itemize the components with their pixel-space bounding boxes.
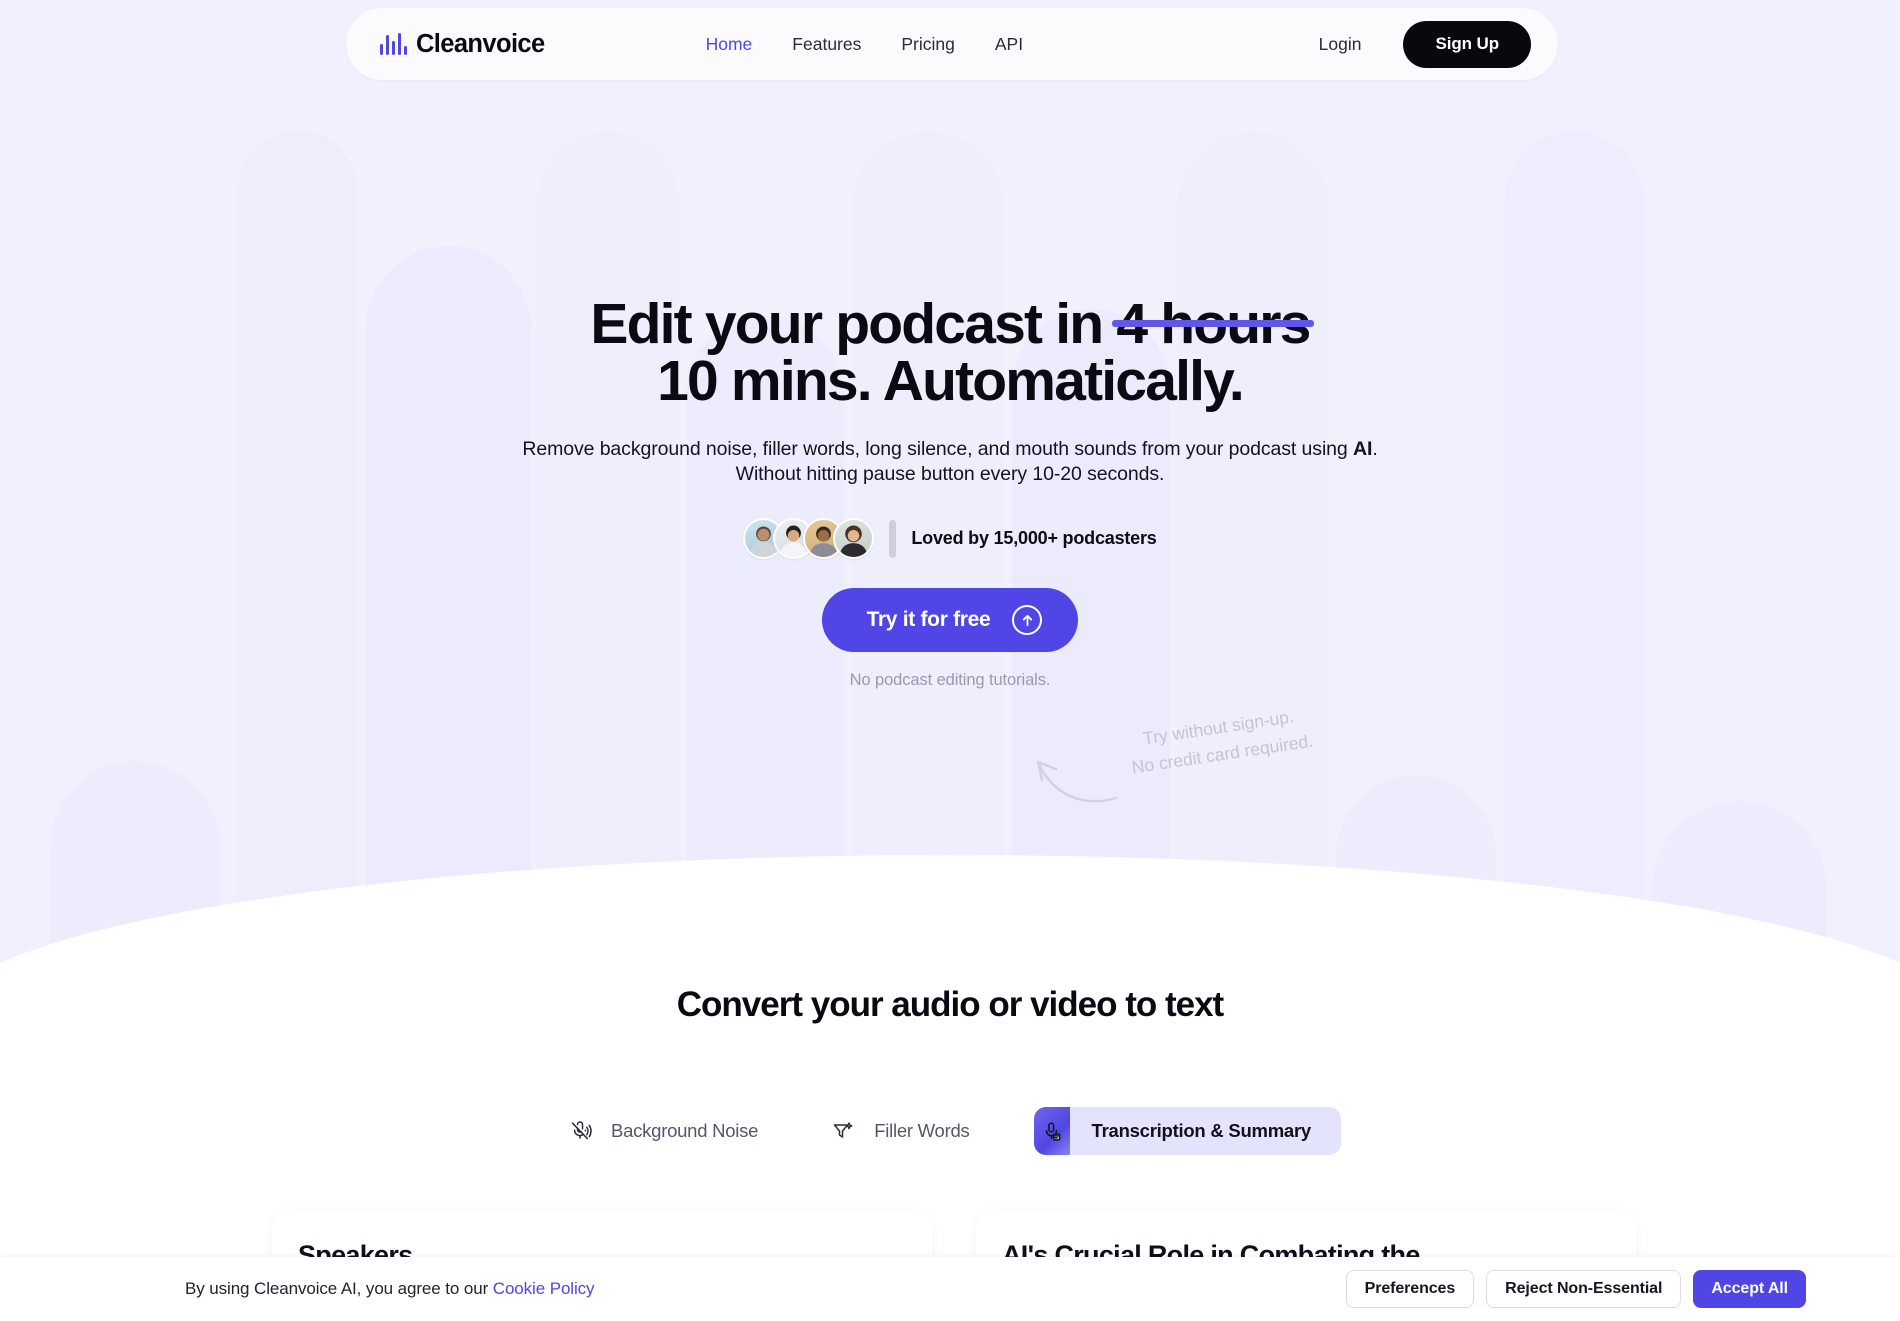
subtitle-text-c: . — [1372, 438, 1378, 460]
tab-background-noise[interactable]: Background Noise — [559, 1107, 780, 1155]
tab-label: Filler Words — [874, 1120, 970, 1141]
feature-tabs: Background Noise Filler Words Transcript… — [0, 1107, 1900, 1155]
nav-links: Home Features Pricing API — [706, 34, 1023, 55]
headline-line-2: 10 mins. Automatically. — [657, 349, 1245, 413]
tab-filler-words[interactable]: Filler Words — [822, 1107, 991, 1155]
divider — [889, 519, 897, 558]
login-link[interactable]: Login — [1319, 34, 1362, 55]
mic-transcript-icon — [1033, 1107, 1070, 1155]
headline-line-1: Edit your podcast in 4 hours — [590, 292, 1314, 356]
cta-subtext: No podcast editing tutorials. — [849, 671, 1051, 689]
waveform-icon — [380, 33, 407, 55]
nav-link-home[interactable]: Home — [706, 34, 753, 55]
main-navigation: Cleanvoice Home Features Pricing API Log… — [346, 8, 1558, 80]
cookie-text-prefix: By using Cleanvoice AI, you agree to our — [185, 1279, 493, 1298]
accept-all-button[interactable]: Accept All — [1693, 1270, 1806, 1308]
cookie-consent-banner: By using Cleanvoice AI, you agree to our… — [0, 1257, 1900, 1321]
nav-link-features[interactable]: Features — [792, 34, 861, 55]
nav-link-api[interactable]: API — [995, 34, 1023, 55]
headline-struck-text: 4 hours — [1112, 292, 1314, 356]
tab-label: Transcription & Summary — [1091, 1120, 1312, 1141]
try-it-for-free-button[interactable]: Try it for free — [821, 588, 1079, 652]
avatar — [833, 518, 875, 559]
page-title: Edit your podcast in 4 hours 10 mins. Au… — [0, 296, 1900, 410]
sign-up-button[interactable]: Sign Up — [1403, 20, 1531, 68]
avatar-group — [743, 518, 875, 559]
cta-group: Try it for free No podcast editing tutor… — [0, 588, 1900, 690]
handwritten-note: Try without sign-up. No credit card requ… — [1030, 706, 1360, 816]
headline-text-a: Edit your podcast in — [590, 292, 1117, 356]
nav-link-pricing[interactable]: Pricing — [901, 34, 955, 55]
cta-label: Try it for free — [866, 608, 991, 631]
hero-subtitle: Remove background noise, filler words, l… — [0, 437, 1900, 487]
filter-sparkle-icon — [822, 1107, 864, 1155]
hero-section: Edit your podcast in 4 hours 10 mins. Au… — [0, 0, 1900, 803]
nav-actions: Login Sign Up — [1319, 20, 1531, 68]
cookie-policy-link[interactable]: Cookie Policy — [493, 1279, 595, 1298]
tab-label: Background Noise — [611, 1120, 759, 1141]
preferences-button[interactable]: Preferences — [1345, 1270, 1475, 1308]
subtitle-line-2: Without hitting pause button every 10-20… — [735, 463, 1165, 485]
subtitle-text-a: Remove background noise, filler words, l… — [522, 438, 1353, 460]
brand-name: Cleanvoice — [415, 29, 545, 58]
cookie-text: By using Cleanvoice AI, you agree to our… — [185, 1279, 595, 1299]
reject-non-essential-button[interactable]: Reject Non-Essential — [1486, 1270, 1682, 1308]
arrow-up-circle-icon — [1012, 605, 1043, 635]
mic-muted-icon — [559, 1107, 601, 1155]
section-title: Convert your audio or video to text — [676, 985, 1224, 1024]
social-proof: Loved by 15,000+ podcasters — [0, 518, 1900, 559]
tab-transcription-summary[interactable]: Transcription & Summary — [1033, 1107, 1341, 1155]
subtitle-ai-emphasis: AI — [1353, 438, 1373, 460]
cookie-actions: Preferences Reject Non-Essential Accept … — [1345, 1270, 1806, 1308]
social-proof-label: Loved by 15,000+ podcasters — [911, 528, 1157, 548]
brand-logo[interactable]: Cleanvoice — [380, 30, 545, 59]
